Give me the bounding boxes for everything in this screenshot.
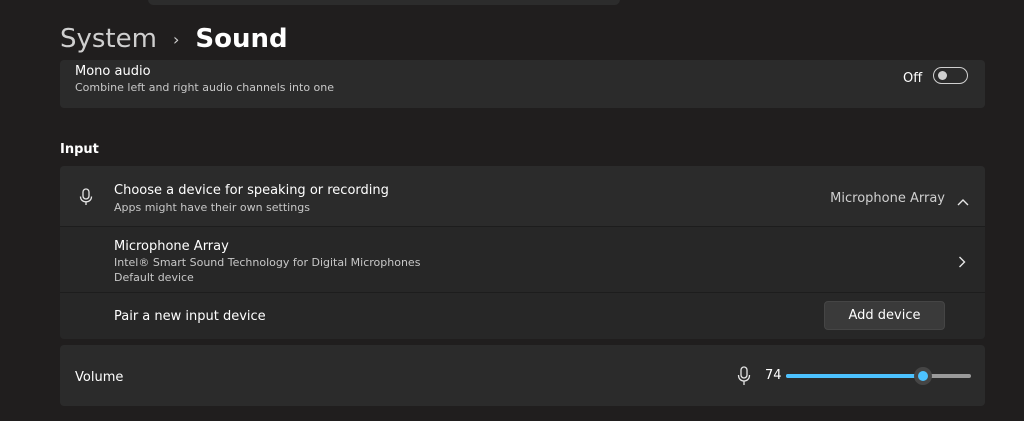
slider-thumb[interactable] bbox=[914, 367, 932, 385]
mono-audio-state: Off bbox=[903, 71, 923, 86]
add-device-button[interactable]: Add device bbox=[824, 301, 945, 330]
input-section-label: Input bbox=[60, 142, 99, 157]
pair-input-device-row: Pair a new input device Add device bbox=[60, 293, 985, 339]
volume-title: Volume bbox=[75, 370, 124, 385]
chevron-up-icon[interactable] bbox=[957, 191, 969, 210]
pair-device-title: Pair a new input device bbox=[114, 309, 266, 324]
breadcrumb: System › Sound bbox=[60, 22, 288, 56]
breadcrumb-separator-icon: › bbox=[172, 29, 180, 49]
selected-input-device: Microphone Array bbox=[830, 191, 945, 206]
mono-audio-toggle[interactable] bbox=[933, 67, 968, 84]
search-bar[interactable] bbox=[148, 0, 620, 5]
microphone-array-row[interactable]: Microphone Array Intel® Smart Sound Tech… bbox=[60, 227, 985, 292]
breadcrumb-system[interactable]: System bbox=[60, 24, 157, 54]
volume-card: Volume 74 bbox=[60, 345, 985, 406]
volume-value: 74 bbox=[765, 368, 782, 383]
page-title: Sound bbox=[195, 24, 288, 54]
chevron-right-icon bbox=[958, 253, 966, 272]
choose-device-description: Apps might have their own settings bbox=[114, 201, 310, 214]
device-name: Microphone Array bbox=[114, 239, 229, 254]
microphone-icon bbox=[79, 188, 93, 210]
input-group: Choose a device for speaking or recordin… bbox=[60, 166, 985, 339]
mono-audio-card: Mono audio Combine left and right audio … bbox=[60, 60, 985, 108]
toggle-knob bbox=[938, 71, 947, 80]
slider-thumb-dot bbox=[918, 371, 928, 381]
volume-slider[interactable] bbox=[786, 367, 971, 385]
device-status: Default device bbox=[114, 271, 194, 284]
choose-input-device-row[interactable]: Choose a device for speaking or recordin… bbox=[60, 166, 985, 226]
device-description: Intel® Smart Sound Technology for Digita… bbox=[114, 256, 421, 269]
choose-device-title: Choose a device for speaking or recordin… bbox=[114, 183, 389, 198]
mono-audio-description: Combine left and right audio channels in… bbox=[75, 81, 335, 94]
microphone-icon[interactable] bbox=[737, 366, 751, 390]
slider-fill bbox=[786, 374, 923, 378]
mono-audio-title: Mono audio bbox=[75, 64, 151, 79]
